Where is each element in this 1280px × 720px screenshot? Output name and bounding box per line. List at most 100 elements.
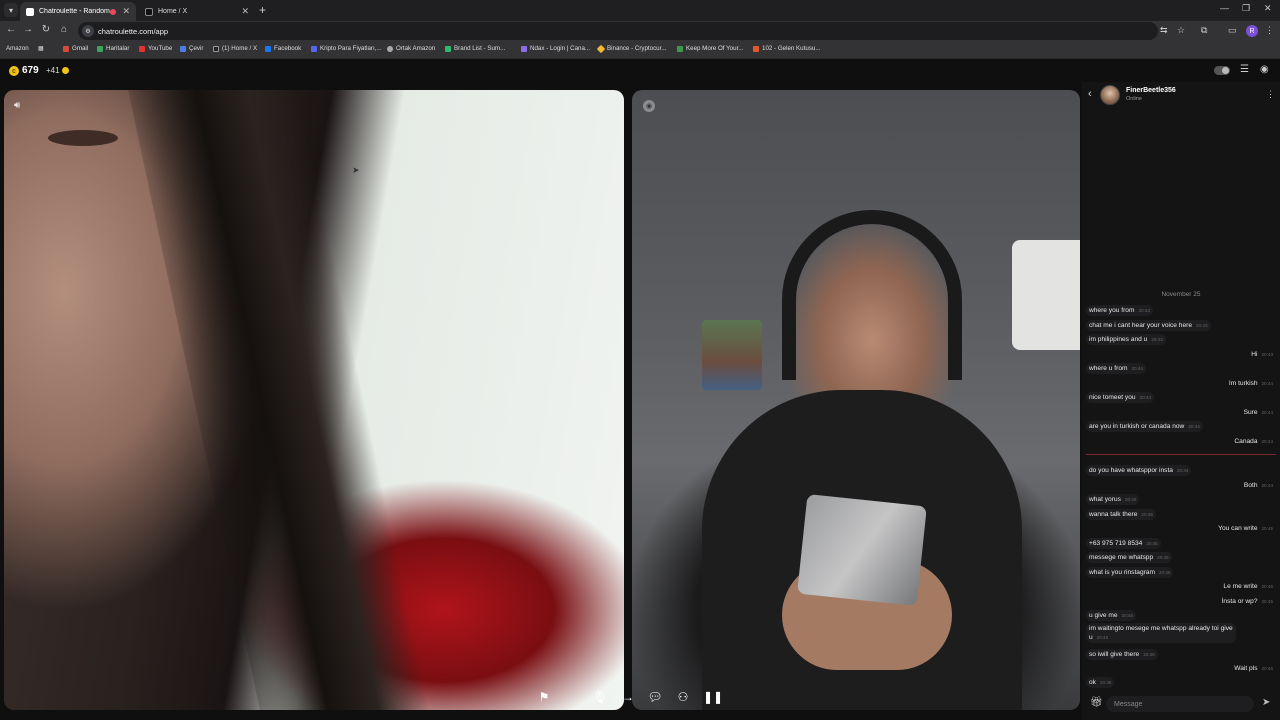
browser-menu-icon[interactable]: ⋮ bbox=[1265, 25, 1274, 36]
address-bar[interactable]: ⚙ chatroulette.com/app bbox=[78, 22, 1158, 40]
outgoing-message: İnsta or wp? 20:45 bbox=[1219, 596, 1276, 607]
x-favicon-icon bbox=[145, 7, 153, 16]
volume-icon[interactable]: 🔊︎ bbox=[14, 100, 20, 111]
video-frame-detail bbox=[128, 90, 430, 710]
report-flag-icon[interactable]: ⚑ bbox=[536, 690, 552, 704]
mouse-cursor-icon: ➤ bbox=[352, 165, 360, 175]
close-tab-icon[interactable]: ✕ bbox=[122, 6, 130, 17]
avatar[interactable] bbox=[1100, 85, 1120, 105]
mode-toggle[interactable] bbox=[1214, 66, 1230, 75]
video-frame-detail bbox=[1012, 240, 1080, 350]
message-time: 20:44 bbox=[1261, 439, 1274, 444]
extensions-icon[interactable]: ⧉ bbox=[1201, 25, 1207, 36]
maximize-icon[interactable]: ❐ bbox=[1242, 3, 1250, 14]
close-window-icon[interactable]: ✕ bbox=[1264, 3, 1272, 14]
tab-home-x[interactable]: Home / X ✕ bbox=[139, 2, 255, 21]
tab-search-button[interactable]: ▾ bbox=[4, 3, 18, 17]
message-text: where you from bbox=[1089, 307, 1135, 314]
close-tab-icon[interactable]: ✕ bbox=[241, 6, 249, 17]
account-icon[interactable]: ◉ bbox=[1260, 64, 1269, 75]
coin-icon: c bbox=[9, 66, 19, 76]
chat-username[interactable]: FinerBeetle356 bbox=[1126, 87, 1176, 94]
message-text: messege me whatspp bbox=[1089, 554, 1154, 561]
pause-icon[interactable]: ❚❚ bbox=[703, 690, 723, 704]
more-options-icon[interactable]: ⋮ bbox=[1266, 89, 1275, 100]
message-time: 20:45 bbox=[1261, 599, 1274, 604]
message-text: im philippines and u bbox=[1089, 336, 1148, 343]
bookmark-item[interactable]: Brand List - Sum... bbox=[445, 45, 505, 52]
bookmark-item[interactable]: (1) Home / X bbox=[213, 45, 257, 52]
outgoing-message: Both 20:44 bbox=[1241, 480, 1276, 491]
minimize-icon[interactable]: — bbox=[1220, 3, 1229, 13]
message-text: Both bbox=[1243, 482, 1258, 489]
outgoing-message: Le me write 20:45 bbox=[1220, 581, 1276, 592]
message-time: 20:46 bbox=[1143, 652, 1155, 657]
bookmark-item[interactable]: Ortak Amazon bbox=[387, 45, 435, 52]
reload-icon[interactable]: ↻ bbox=[39, 24, 53, 35]
message-text: u give me bbox=[1089, 612, 1118, 619]
chat-bubble-icon[interactable]: 💬︎ bbox=[647, 690, 663, 704]
message-time: 20:44 bbox=[1139, 395, 1152, 400]
message-text: Sure bbox=[1243, 409, 1258, 416]
message-time: 20:45 bbox=[1146, 541, 1158, 546]
home-icon[interactable]: ⌂ bbox=[57, 24, 71, 35]
forward-icon[interactable]: → bbox=[21, 24, 35, 35]
app-header: c 679 +41 bbox=[0, 60, 1280, 82]
bookmark-item[interactable]: Haritalar bbox=[97, 45, 129, 52]
bookmark-item[interactable]: Amazon bbox=[6, 45, 29, 52]
incoming-message: are you in turkish or canada now 20:44 bbox=[1086, 421, 1203, 432]
add-friend-icon[interactable]: ⚇ bbox=[675, 690, 691, 704]
cast-icon[interactable]: ▭ bbox=[1228, 25, 1237, 36]
switch-camera-icon[interactable]: ◉ bbox=[643, 100, 655, 112]
message-time: 20:46 bbox=[1096, 635, 1109, 640]
back-icon[interactable]: ← bbox=[4, 24, 18, 35]
chat-header: ‹ FinerBeetle356 Online ⋮ bbox=[1082, 82, 1280, 108]
message-time: 20:45 bbox=[1261, 526, 1274, 531]
unread-divider bbox=[1086, 454, 1276, 455]
microphone-icon[interactable]: 🎙︎ bbox=[592, 690, 608, 704]
tab-title: Chatroulette - Random vid bbox=[39, 8, 110, 15]
message-time: 20:46 bbox=[1099, 680, 1112, 685]
outgoing-message: Wait pls 20:46 bbox=[1231, 663, 1276, 674]
bookmark-item[interactable]: Keep More Of Your... bbox=[677, 45, 743, 52]
settings-sliders-icon[interactable]: ☰ bbox=[1240, 64, 1249, 75]
chevron-left-icon[interactable]: ‹ bbox=[1088, 88, 1092, 100]
next-arrow-icon[interactable]: → bbox=[620, 690, 636, 704]
recording-indicator-icon bbox=[110, 8, 117, 15]
bookmark-item[interactable]: Facebook bbox=[265, 45, 301, 52]
gift-icon[interactable]: 🎁︎ bbox=[1090, 697, 1103, 708]
message-text: so iwill give there bbox=[1089, 651, 1140, 658]
outgoing-message: Hi 20:43 bbox=[1248, 349, 1276, 360]
bookmark-item[interactable]: Kripto Para Fiyatları,... bbox=[311, 45, 382, 52]
call-controls: ⚑ 🎙︎ → 💬︎ ⚇ ❚❚ bbox=[528, 688, 728, 710]
bookmark-item[interactable]: 102 - Gelen Kutusu... bbox=[753, 45, 820, 52]
incoming-message: ok 20:46 bbox=[1086, 677, 1115, 688]
apps-grid-icon[interactable]: ▦ bbox=[38, 45, 44, 52]
incoming-message: so iwill give there 20:46 bbox=[1086, 649, 1158, 660]
incoming-message: +63 975 719 8534 20:45 bbox=[1086, 538, 1161, 549]
bookmark-item[interactable]: Binance - Cryptocur... bbox=[596, 44, 667, 53]
bookmark-star-icon[interactable]: ☆ bbox=[1177, 25, 1185, 36]
bookmark-item[interactable]: Ndax - Login | Cana... bbox=[521, 45, 590, 52]
message-text: İnsta or wp? bbox=[1221, 598, 1258, 605]
message-time: 20:44 bbox=[1261, 483, 1274, 488]
site-info-icon[interactable]: ⚙ bbox=[82, 25, 94, 37]
message-time: 20:44 bbox=[1176, 468, 1189, 473]
message-input[interactable] bbox=[1106, 696, 1254, 712]
translate-icon[interactable]: ⇆ bbox=[1160, 25, 1168, 36]
incoming-message: what yorus 20:45 bbox=[1086, 494, 1140, 505]
chat-date-separator: November 25 bbox=[1161, 291, 1201, 298]
chatroulette-favicon-icon bbox=[26, 7, 34, 16]
message-text: ok bbox=[1089, 679, 1096, 686]
partner-video bbox=[4, 90, 624, 710]
tab-chatroulette[interactable]: Chatroulette - Random vid ✕ bbox=[20, 2, 136, 21]
video-frame-detail bbox=[797, 494, 927, 606]
new-tab-button[interactable]: + bbox=[259, 3, 266, 17]
tab-strip: ▾ Chatroulette - Random vid ✕ Home / X ✕… bbox=[0, 0, 1280, 21]
profile-avatar[interactable]: R bbox=[1246, 25, 1258, 37]
send-icon[interactable]: ➤ bbox=[1262, 697, 1270, 708]
bookmark-item[interactable]: YouTube bbox=[139, 45, 172, 52]
bookmark-item[interactable]: Çevir bbox=[180, 45, 203, 52]
message-text: wanna talk there bbox=[1089, 511, 1138, 518]
bookmark-item[interactable]: Gmail bbox=[63, 45, 88, 52]
